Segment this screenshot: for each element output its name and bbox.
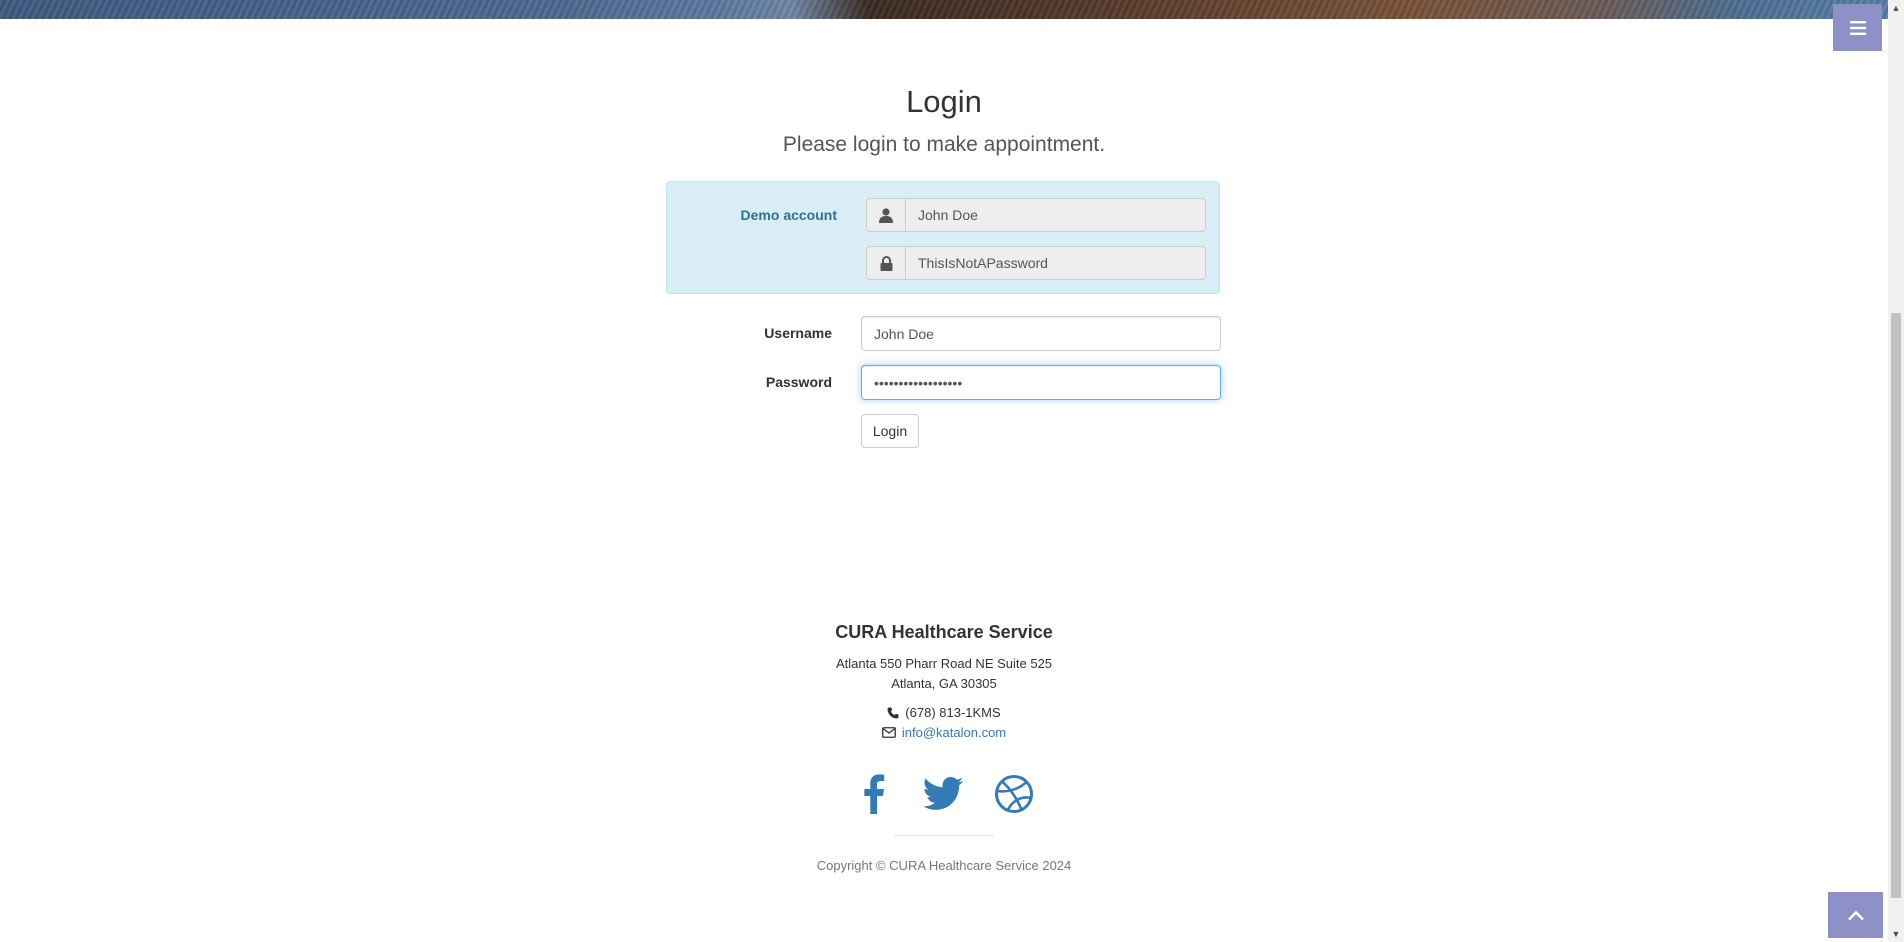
- demo-password-addon: [866, 246, 905, 280]
- facebook-icon[interactable]: [852, 772, 896, 816]
- social-links: [0, 772, 1888, 816]
- page-subtitle: Please login to make appointment.: [782, 133, 1106, 156]
- demo-password-group: [866, 246, 1206, 280]
- footer-address-line2: Atlanta, GA 30305: [891, 676, 997, 691]
- phone-icon: [887, 707, 899, 718]
- scrollbar-thumb[interactable]: [1891, 313, 1901, 898]
- demo-username-addon: [866, 198, 905, 232]
- password-label: Password: [765, 374, 832, 390]
- twitter-icon[interactable]: [922, 772, 966, 816]
- demo-account-label: Demo account: [740, 207, 837, 223]
- page-scrollbar[interactable]: ▲ ▼: [1888, 0, 1904, 942]
- username-label: Username: [764, 325, 832, 341]
- demo-account-panel: Demo account: [666, 181, 1220, 294]
- login-button[interactable]: Login: [861, 414, 919, 448]
- hero-image-strip: [0, 0, 1888, 19]
- scroll-down-arrow-icon[interactable]: ▼: [1888, 926, 1904, 942]
- page-title: Login: [906, 84, 982, 119]
- footer-copyright: Copyright © CURA Healthcare Service 2024: [816, 858, 1072, 873]
- chevron-up-icon: [1847, 910, 1864, 920]
- lock-icon: [880, 255, 892, 271]
- bars-icon: [1849, 20, 1866, 35]
- footer-address-line1: Atlanta 550 Pharr Road NE Suite 525: [835, 656, 1053, 671]
- scroll-up-arrow-icon[interactable]: ▲: [1888, 0, 1904, 16]
- demo-username-field[interactable]: [905, 198, 1206, 232]
- menu-toggle-button[interactable]: [1833, 4, 1882, 51]
- footer-phone-row: (678) 813-1KMS: [0, 705, 1888, 722]
- user-icon: [879, 207, 893, 223]
- footer-email-row: info@katalon.com: [0, 725, 1888, 741]
- footer-divider: [894, 835, 994, 836]
- demo-password-field[interactable]: [905, 246, 1206, 280]
- envelope-icon: [881, 727, 896, 738]
- demo-username-group: [866, 198, 1206, 232]
- footer-email-link[interactable]: info@katalon.com: [902, 725, 1006, 740]
- username-input[interactable]: [861, 316, 1221, 351]
- password-input[interactable]: [861, 365, 1221, 400]
- footer-title: CURA Healthcare Service: [835, 622, 1053, 642]
- dribbble-icon[interactable]: [992, 772, 1036, 816]
- scroll-to-top-button[interactable]: [1828, 892, 1883, 938]
- footer-phone: (678) 813-1KMS: [905, 705, 1001, 720]
